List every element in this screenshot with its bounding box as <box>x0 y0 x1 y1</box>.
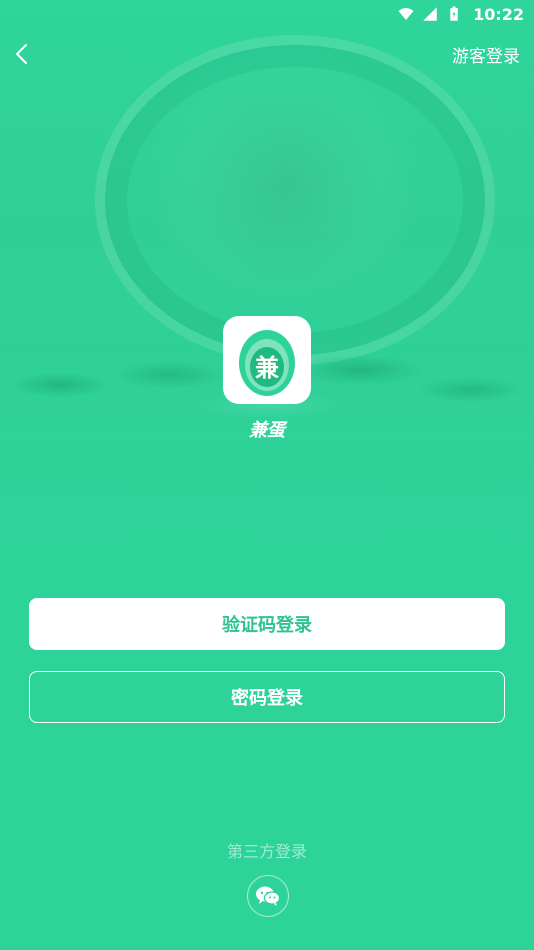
app-logo-glyph: 兼 <box>255 354 279 382</box>
guest-login-link[interactable]: 游客登录 <box>452 42 520 67</box>
third-party-login-label: 第三方登录 <box>226 842 307 861</box>
wechat-login-button[interactable] <box>247 875 289 917</box>
chevron-left-icon <box>16 44 27 64</box>
battery-icon <box>450 6 458 21</box>
wifi-icon <box>398 8 414 20</box>
egg-logo-icon: 兼 <box>239 330 295 396</box>
status-bar: 10:22 <box>0 0 534 28</box>
password-login-button[interactable]: 密码登录 <box>29 671 505 723</box>
app-name: 兼蛋 <box>249 420 285 441</box>
wechat-icon <box>256 886 281 906</box>
back-button[interactable] <box>8 40 36 68</box>
hero-background <box>0 0 534 560</box>
code-login-button[interactable]: 验证码登录 <box>29 598 505 650</box>
status-time: 10:22 <box>473 4 524 24</box>
signal-icon <box>423 7 437 21</box>
app-logo: 兼 <box>223 316 311 404</box>
